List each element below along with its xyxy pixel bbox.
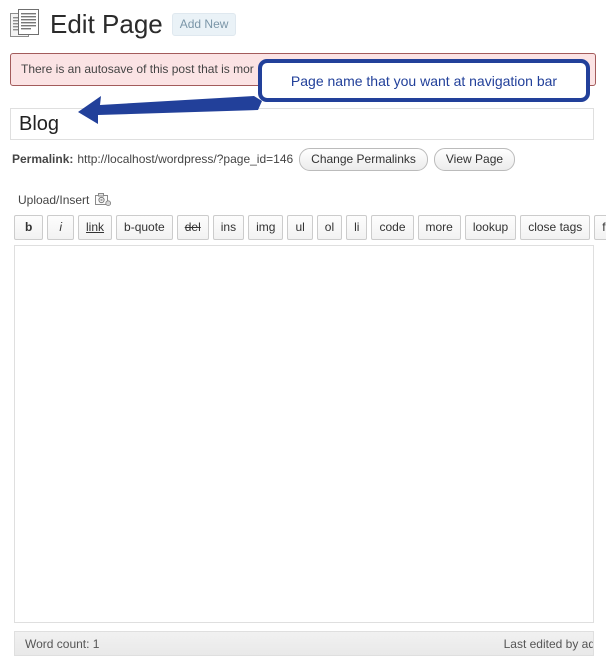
upload-insert-label: Upload/Insert bbox=[18, 192, 90, 207]
page-header: Edit Page Add New bbox=[0, 0, 606, 48]
editor-button-li[interactable]: li bbox=[346, 214, 368, 240]
editor-button-close-tags[interactable]: close tags bbox=[520, 214, 591, 240]
change-permalinks-button[interactable]: Change Permalinks bbox=[299, 147, 428, 171]
editor-button-lookup[interactable]: lookup bbox=[464, 214, 517, 240]
editor-button-fullscreen[interactable]: fullscreen bbox=[594, 214, 606, 240]
editor-button-bold[interactable]: b bbox=[14, 214, 44, 240]
editor-status-bar: Word count: 1 Last edited by adr bbox=[14, 631, 594, 656]
media-add-icon[interactable] bbox=[95, 192, 112, 207]
autosave-notice: There is an autosave of this post that i… bbox=[10, 53, 596, 86]
permalink-url[interactable]: http://localhost/wordpress/?page_id=146 bbox=[77, 152, 293, 166]
editor-container: b i link b-quote del ins img ul ol li code more look… bbox=[14, 214, 606, 626]
editor-textarea[interactable] bbox=[14, 245, 594, 623]
permalink-label: Permalink: bbox=[12, 152, 74, 166]
editor-button-ul[interactable]: ul bbox=[287, 214, 313, 240]
word-count-label: Word count: 1 bbox=[25, 636, 100, 651]
editor-button-ol[interactable]: ol bbox=[316, 214, 343, 240]
editor-button-link[interactable]: link bbox=[78, 214, 113, 240]
editor-toolbar: b i link b-quote del ins img ul ol li code more look… bbox=[14, 214, 606, 240]
editor-button-img[interactable]: img bbox=[248, 214, 284, 240]
editor-button-del[interactable]: del bbox=[176, 214, 209, 240]
permalink-row: Permalink: http://localhost/wordpress/?p… bbox=[12, 147, 521, 171]
add-new-button[interactable]: Add New bbox=[171, 12, 237, 36]
page-title: Edit Page bbox=[50, 9, 163, 39]
pages-stack-icon bbox=[8, 7, 42, 41]
last-edited-label: Last edited by adr bbox=[503, 636, 594, 651]
editor-button-ins[interactable]: ins bbox=[212, 214, 245, 240]
editor-button-more[interactable]: more bbox=[417, 214, 461, 240]
editor-button-italic[interactable]: i bbox=[47, 214, 75, 240]
page-title-input[interactable] bbox=[10, 108, 594, 140]
editor-button-blockquote[interactable]: b-quote bbox=[116, 214, 173, 240]
view-page-button[interactable]: View Page bbox=[433, 147, 516, 171]
editor-button-code[interactable]: code bbox=[371, 214, 414, 240]
upload-insert-row: Upload/Insert bbox=[18, 192, 112, 207]
